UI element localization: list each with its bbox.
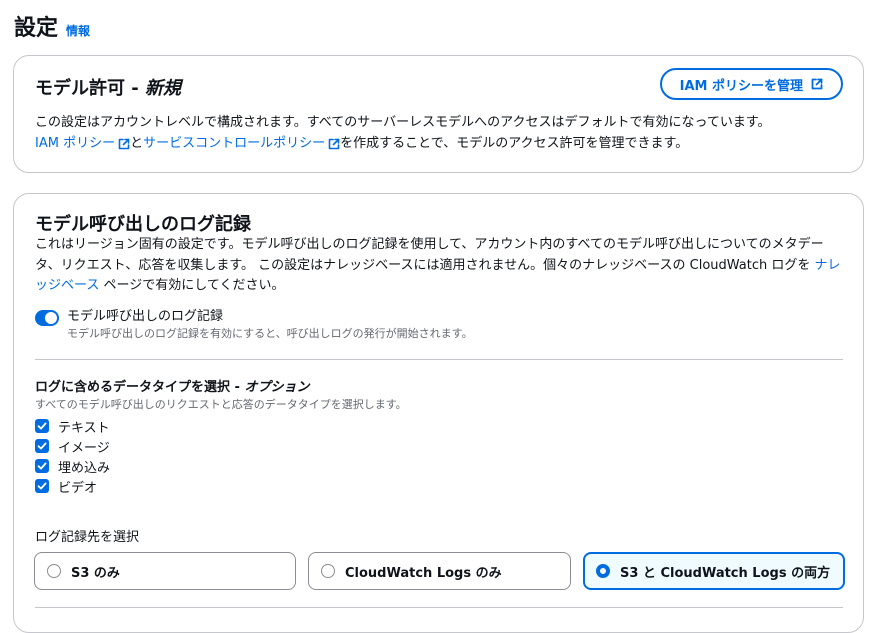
model-access-desc-line1: この設定はアカウントレベルで構成されます。すべてのサーバーレスモデルへのアクセス… bbox=[35, 115, 771, 130]
checkbox-checked-icon[interactable] bbox=[35, 479, 49, 493]
manage-iam-policy-button[interactable]: IAM ポリシーを管理 bbox=[659, 68, 843, 100]
iam-policy-link[interactable]: IAM ポリシー bbox=[35, 134, 130, 155]
data-types-checkbox-list: テキスト イメージ 埋め込み ビデオ bbox=[35, 416, 110, 496]
info-link[interactable]: 情報 bbox=[66, 22, 90, 39]
external-link-icon bbox=[118, 138, 130, 150]
destination-option-both[interactable]: S3 と CloudWatch Logs の両方 bbox=[583, 552, 845, 590]
invocation-logging-title: モデル呼び出しのログ記録 bbox=[35, 214, 251, 235]
divider bbox=[35, 607, 843, 608]
invocation-logging-desc-part1: これはリージョン固有の設定です。モデル呼び出しのログ記録を使用して、アカウント内… bbox=[35, 237, 824, 273]
invocation-logging-toggle-row: モデル呼び出しのログ記録 モデル呼び出しのログ記録を有効にすると、呼び出しログの… bbox=[35, 308, 473, 342]
checkbox-text[interactable]: テキスト bbox=[35, 416, 110, 436]
iam-policy-link-text: IAM ポリシー bbox=[35, 135, 116, 151]
data-types-title: ログに含めるデータタイプを選択 - オプション bbox=[35, 376, 309, 395]
model-access-desc-line2: IAM ポリシーとサービスコントロールポリシー を作成することで、モデルのアクセス… bbox=[35, 134, 845, 155]
radio-button[interactable] bbox=[321, 564, 335, 578]
toggle-text: モデル呼び出しのログ記録 モデル呼び出しのログ記録を有効にすると、呼び出しログの… bbox=[67, 308, 473, 342]
data-types-title-suffix: オプション bbox=[244, 380, 310, 395]
checkbox-embedding[interactable]: 埋め込み bbox=[35, 456, 110, 476]
radio-button[interactable] bbox=[47, 564, 61, 578]
checkbox-checked-icon[interactable] bbox=[35, 439, 49, 453]
toggle-description: モデル呼び出しのログ記録を有効にすると、呼び出しログの発行が開始されます。 bbox=[67, 327, 473, 340]
invocation-logging-description: これはリージョン固有の設定です。モデル呼び出しのログ記録を使用して、アカウント内… bbox=[35, 235, 845, 297]
model-access-desc-line2-tail: を作成することで、モデルのアクセス許可を管理できます。 bbox=[340, 135, 689, 151]
radio-button-selected[interactable] bbox=[596, 564, 610, 578]
link-connector: と bbox=[130, 135, 144, 151]
manage-iam-policy-label: IAM ポリシーを管理 bbox=[679, 78, 803, 94]
title-separator: - bbox=[125, 78, 146, 99]
checkbox-video[interactable]: ビデオ bbox=[35, 476, 110, 496]
model-access-panel: モデル許可 - 新規 IAM ポリシーを管理 この設定はアカウントレベルで構成さ… bbox=[13, 55, 864, 173]
toggle-label: モデル呼び出しのログ記録 bbox=[67, 309, 224, 324]
scp-link-text: サービスコントロールポリシー bbox=[143, 135, 326, 151]
radio-label: S3 のみ bbox=[71, 565, 120, 581]
checkbox-label: 埋め込み bbox=[58, 460, 111, 476]
checkbox-label: ビデオ bbox=[58, 480, 98, 496]
invocation-logging-desc-part2: ページで有効にしてください。 bbox=[99, 278, 285, 293]
checkbox-label: テキスト bbox=[58, 420, 110, 436]
external-link-icon bbox=[328, 138, 340, 150]
page-title: 設定 bbox=[14, 16, 59, 41]
radio-label: CloudWatch Logs のみ bbox=[345, 565, 502, 581]
destination-option-s3-only[interactable]: S3 のみ bbox=[34, 552, 296, 590]
external-link-icon bbox=[811, 78, 823, 90]
model-access-title-text: モデル許可 bbox=[35, 78, 125, 99]
checkbox-checked-icon[interactable] bbox=[35, 459, 49, 473]
data-types-title-text: ログに含めるデータタイプを選択 bbox=[35, 380, 231, 395]
invocation-logging-panel: モデル呼び出しのログ記録 これはリージョン固有の設定です。モデル呼び出しのログ記… bbox=[13, 193, 864, 633]
data-types-description: すべてのモデル呼び出しのリクエストと応答のデータタイプを選択します。 bbox=[35, 398, 407, 411]
model-access-description: この設定はアカウントレベルで構成されます。すべてのサーバーレスモデルへのアクセス… bbox=[35, 113, 845, 154]
toggle-knob bbox=[45, 312, 57, 324]
checkbox-checked-icon[interactable] bbox=[35, 419, 49, 433]
invocation-logging-toggle[interactable] bbox=[35, 310, 59, 326]
destination-label: ログ記録先を選択 bbox=[35, 530, 140, 545]
checkbox-image[interactable]: イメージ bbox=[35, 436, 110, 456]
radio-label: S3 と CloudWatch Logs の両方 bbox=[620, 565, 831, 581]
title-separator: - bbox=[230, 380, 245, 395]
checkbox-label: イメージ bbox=[58, 440, 110, 456]
model-access-title: モデル許可 - 新規 bbox=[35, 74, 181, 100]
scp-link[interactable]: サービスコントロールポリシー bbox=[143, 134, 340, 155]
divider bbox=[35, 359, 843, 360]
model-access-title-suffix: 新規 bbox=[145, 78, 182, 99]
destination-option-cloudwatch-only[interactable]: CloudWatch Logs のみ bbox=[308, 552, 571, 590]
page-header: 設定 情報 bbox=[14, 10, 90, 42]
